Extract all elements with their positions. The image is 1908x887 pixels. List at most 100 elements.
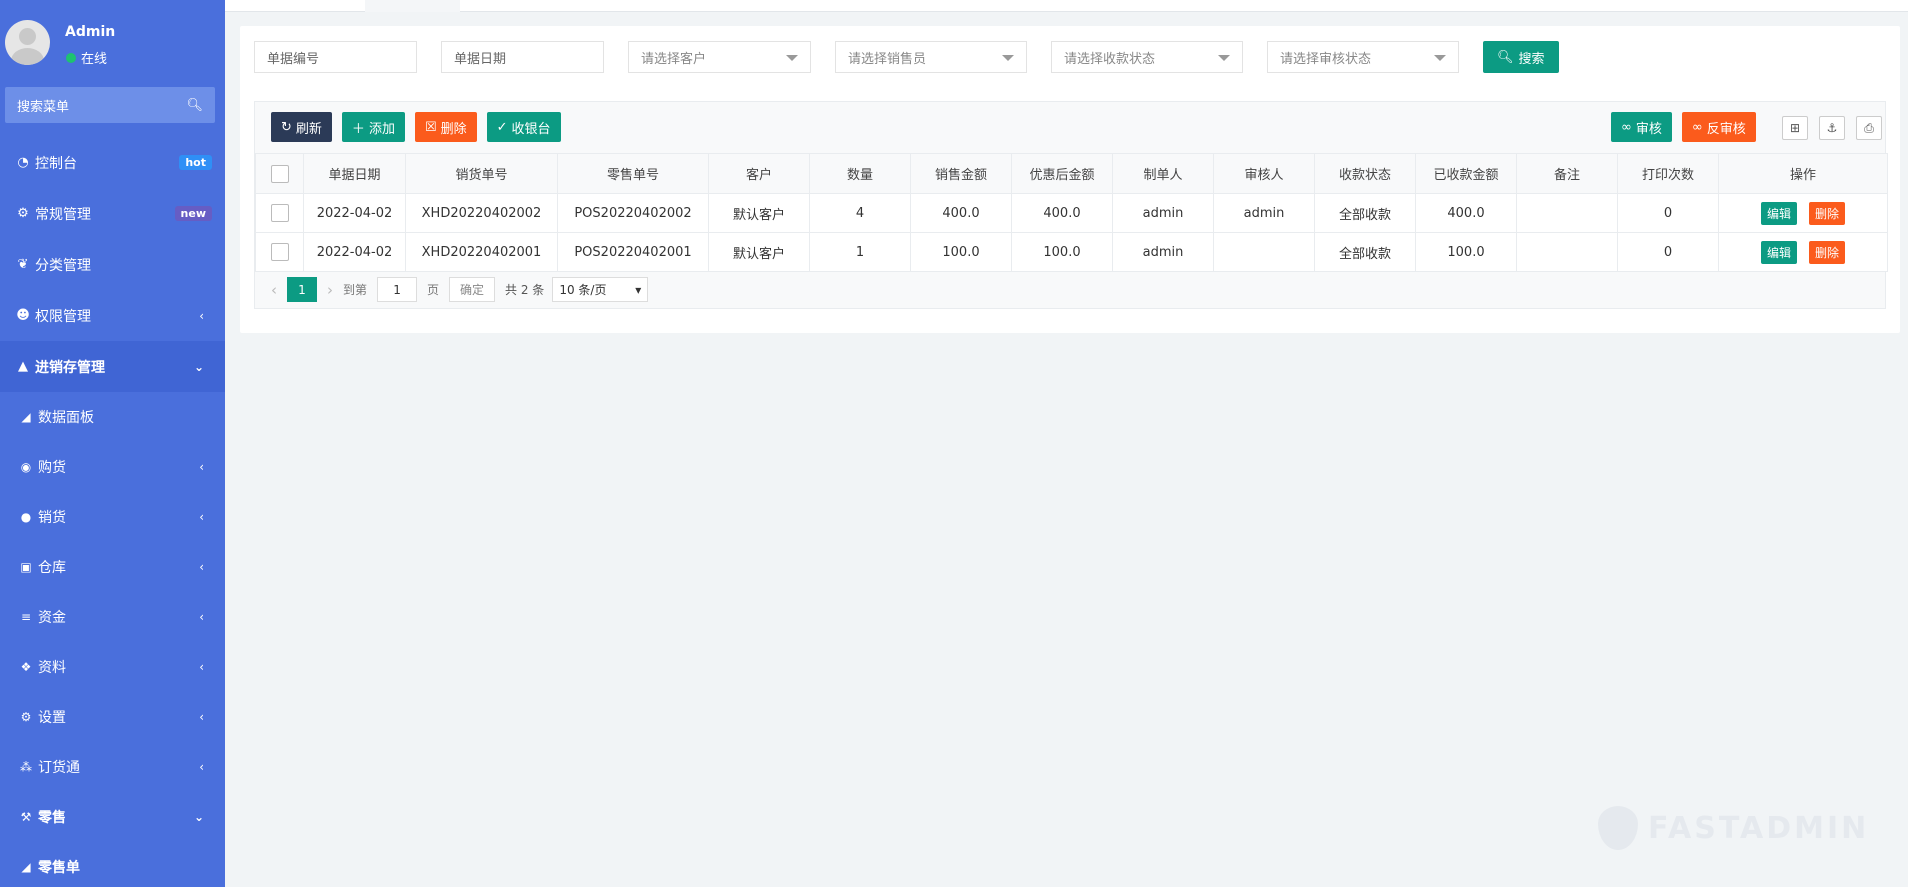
customer-select[interactable]: 请选择客户 [628, 41, 811, 73]
sidebar-subitem-materials[interactable]: ❖ 资料 ‹ [0, 642, 225, 692]
column-header[interactable]: 单据日期 [303, 153, 406, 194]
column-header[interactable]: 销货单号 [405, 153, 558, 194]
unaudit-button[interactable]: ∞ 反审核 [1681, 112, 1756, 142]
column-header[interactable]: 数量 [809, 153, 911, 194]
sidebar-subitem-warehouse[interactable]: ▣ 仓库 ‹ [0, 542, 225, 592]
table-row[interactable]: 2022-04-02 XHD20220402001 POS20220402001… [255, 232, 1888, 272]
sidebar-subitem-retail-order[interactable]: ◢ 零售单 [0, 842, 225, 887]
cashier-button[interactable]: ✓ 收银台 [486, 112, 561, 142]
table-cell: admin [1213, 193, 1315, 233]
export-icon[interactable]: ⚓ [1819, 116, 1845, 140]
watermark-text: FASTADMIN [1648, 810, 1870, 846]
dashboard-icon: ◔ [17, 155, 29, 170]
goto-page-input[interactable]: 1 [377, 277, 418, 302]
audit-status-placeholder: 请选择审核状态 [1280, 51, 1372, 67]
column-header[interactable]: 制单人 [1112, 153, 1214, 194]
column-header[interactable]: 客户 [708, 153, 810, 194]
search-icon[interactable]: 🔍︎ [186, 98, 203, 113]
graduation-cap-icon: ▲ [18, 359, 28, 374]
sidebar-item-category[interactable]: ❦ 分类管理 [0, 239, 225, 290]
delete-label: 删除 [440, 121, 467, 137]
prev-page-icon[interactable]: ‹ [271, 281, 277, 299]
safe-icon: ▣ [20, 560, 32, 574]
doc-no-input[interactable]: 单据编号 [254, 41, 417, 73]
top-tab[interactable] [365, 0, 460, 12]
row-delete-button[interactable]: 删除 [1809, 240, 1846, 264]
table-row[interactable]: 2022-04-02 XHD20220402002 POS20220402002… [255, 193, 1888, 233]
avatar[interactable] [5, 20, 50, 65]
add-button[interactable]: ＋添加 [341, 112, 405, 142]
table-icon-buttons: ⊞ ⚓ ⎙ [1782, 116, 1882, 140]
column-header[interactable]: 备注 [1516, 153, 1618, 194]
columns-icon[interactable]: ⊞ [1782, 116, 1808, 140]
column-header[interactable]: 销售金额 [910, 153, 1012, 194]
sidebar-item-label: 权限管理 [35, 308, 91, 325]
page-label: 页 [427, 283, 440, 297]
delete-button[interactable]: ☒ 删除 [414, 112, 477, 142]
trash-icon: ☒ [424, 119, 437, 135]
column-header[interactable]: 已收款金额 [1415, 153, 1517, 194]
sidebar-subitem-label: 数据面板 [38, 410, 94, 426]
row-checkbox[interactable] [270, 243, 289, 261]
doc-date-input[interactable]: 单据日期 [441, 41, 604, 73]
audit-button[interactable]: ∞ 审核 [1611, 112, 1672, 142]
column-header: 操作 [1718, 153, 1888, 194]
github-icon: ◉ [20, 460, 32, 474]
row-checkbox[interactable] [270, 204, 289, 222]
sidebar-item-auth[interactable]: ☻ 权限管理 ‹ [0, 290, 225, 341]
next-page-icon[interactable]: › [327, 281, 333, 299]
salesman-select[interactable]: 请选择销售员 [835, 41, 1027, 73]
search-icon: 🔍︎ [1497, 49, 1514, 65]
cubes-icon: ❖ [20, 660, 32, 674]
area-chart-icon: ◢ [21, 410, 31, 424]
sidebar-nav: ◔ 控制台 hot ⚙ 常规管理 new ❦ 分类管理 ☻ 权限管理 ‹ ▲ 进… [0, 137, 225, 887]
edit-button[interactable]: 编辑 [1760, 240, 1797, 264]
table-cell: 1 [809, 232, 911, 272]
row-delete-button[interactable]: 删除 [1809, 201, 1846, 225]
sidebar-item-dashboard[interactable]: ◔ 控制台 hot [0, 137, 225, 188]
refresh-button[interactable]: ↻ 刷新 [271, 112, 332, 142]
sidebar-subitem-purchase[interactable]: ◉ 购货 ‹ [0, 442, 225, 492]
cogs-icon: ⚙ [20, 710, 32, 724]
goto-confirm-button[interactable]: 确定 [449, 277, 496, 302]
sidebar-subitem-sales[interactable]: ● 销货 ‹ [0, 492, 225, 542]
print-icon[interactable]: ⎙ [1856, 116, 1882, 140]
audit-label: 审核 [1635, 121, 1662, 137]
leaf-icon: ❦ [17, 257, 29, 272]
sidebar-item-label: 进销存管理 [35, 359, 105, 376]
pagination: ‹ 1 › 到第 1 页 确定 共 2 条 10 条/页 ▾ [271, 277, 649, 302]
apple-icon: ● [20, 510, 32, 524]
column-header[interactable]: 零售单号 [557, 153, 709, 194]
database-icon: ≡ [20, 610, 32, 624]
audit-status-select[interactable]: 请选择审核状态 [1267, 41, 1459, 73]
connectdevelop-icon: ⁂ [20, 760, 32, 774]
menu-search-input[interactable]: 搜索菜单 🔍︎ [5, 87, 215, 123]
search-button-label: 搜索 [1518, 51, 1545, 67]
refresh-icon: ↻ [281, 119, 292, 135]
select-all-checkbox[interactable] [270, 164, 289, 183]
table-cell: 0 [1617, 232, 1719, 272]
sidebar-subitem-ordering[interactable]: ⁂ 订货通 ‹ [0, 742, 225, 792]
sidebar-subitem-settings[interactable]: ⚙ 设置 ‹ [0, 692, 225, 742]
column-header[interactable]: 优惠后金额 [1011, 153, 1113, 194]
customer-placeholder: 请选择客户 [641, 51, 707, 67]
caret-down-icon: ▾ [635, 282, 642, 297]
edit-button[interactable]: 编辑 [1760, 201, 1797, 225]
payment-status-select[interactable]: 请选择收款状态 [1051, 41, 1243, 73]
search-button[interactable]: 🔍︎ 搜索 [1483, 41, 1559, 73]
column-header[interactable]: 打印次数 [1617, 153, 1719, 194]
sidebar-item-label: 零售 [38, 810, 66, 826]
table-cell: POS20220402002 [557, 193, 709, 233]
sidebar-subitem-funds[interactable]: ≡ 资金 ‹ [0, 592, 225, 642]
column-header[interactable]: 审核人 [1213, 153, 1315, 194]
sidebar-item-retail[interactable]: ⚒ 零售 ⌄ [0, 792, 225, 842]
caret-down-icon [1218, 55, 1230, 61]
table-cell: 2022-04-02 [303, 232, 406, 272]
plus-icon: ＋ [351, 121, 365, 137]
column-header[interactable]: 收款状态 [1314, 153, 1416, 194]
page-1-button[interactable]: 1 [287, 277, 317, 302]
sidebar-subitem-dashboard-panel[interactable]: ◢ 数据面板 [0, 392, 225, 442]
sidebar-item-general[interactable]: ⚙ 常规管理 new [0, 188, 225, 239]
page-size-select[interactable]: 10 条/页 ▾ [552, 277, 649, 302]
sidebar-item-inventory[interactable]: ▲ 进销存管理 ⌄ [0, 341, 225, 392]
